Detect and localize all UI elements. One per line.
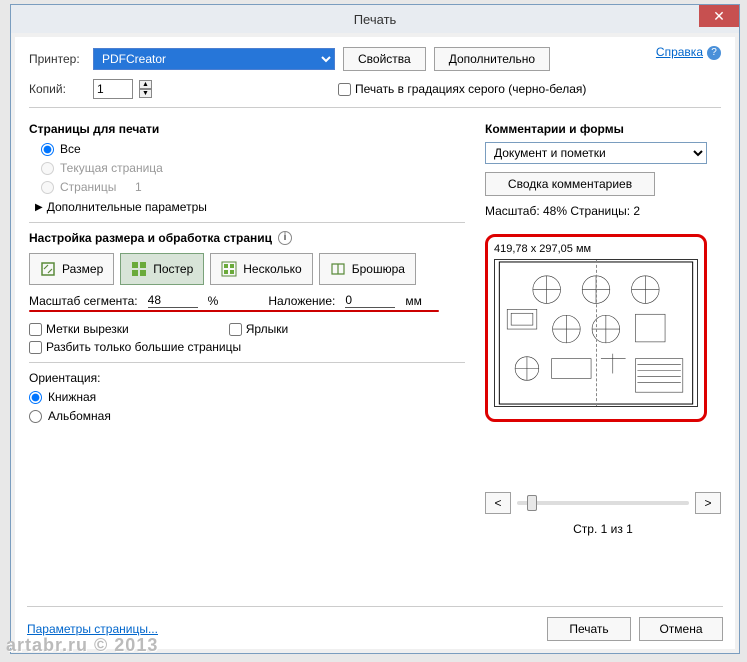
toggle-multiple[interactable]: Несколько: [210, 253, 312, 285]
radio-all-label: Все: [60, 142, 81, 156]
info-icon[interactable]: i: [278, 231, 292, 245]
help-link[interactable]: Справка?: [656, 45, 721, 60]
help-icon: ?: [707, 46, 721, 60]
size-handling-title: Настройка размера и обработка страниц i: [29, 231, 465, 245]
copies-label: Копий:: [29, 82, 85, 96]
cancel-button[interactable]: Отмена: [639, 617, 723, 641]
right-column: Комментарии и формы Документ и пометки С…: [485, 116, 721, 536]
printer-label: Принтер:: [29, 52, 85, 66]
summarize-comments-button[interactable]: Сводка комментариев: [485, 172, 655, 196]
cut-marks-checkbox[interactable]: [29, 323, 42, 336]
print-button[interactable]: Печать: [547, 617, 631, 641]
properties-button[interactable]: Свойства: [343, 47, 426, 71]
radio-current-label: Текущая страница: [60, 161, 163, 175]
more-options-expander[interactable]: ▶ Дополнительные параметры: [35, 200, 465, 214]
size-icon: [40, 261, 56, 277]
poster-icon: [131, 261, 147, 277]
preview-nav: < >: [485, 492, 721, 514]
grayscale-row: Печать в градациях серого (черно-белая): [338, 82, 586, 96]
print-dialog: Печать ✕ Справка? Принтер: PDFCreator Св…: [10, 4, 740, 654]
multiple-icon: [221, 261, 237, 277]
segment-scale-input[interactable]: [148, 293, 198, 308]
more-options-label: Дополнительные параметры: [47, 200, 207, 214]
copies-row: Копий: ▲▼ Печать в градациях серого (чер…: [29, 79, 721, 99]
preview-annotation-box: 419,78 x 297,05 мм: [485, 234, 707, 422]
spinner-up-icon[interactable]: ▲: [139, 80, 152, 89]
dialog-footer: Параметры страницы... Печать Отмена: [27, 606, 723, 641]
toggle-booklet[interactable]: Брошюра: [319, 253, 416, 285]
scale-overlap-row: Масштаб сегмента: % Наложение: мм: [29, 293, 465, 308]
comments-forms-select[interactable]: Документ и пометки: [485, 142, 707, 164]
labels-checkbox[interactable]: [229, 323, 242, 336]
radio-pages: [41, 181, 54, 194]
size-handling-toggles: Размер Постер Несколько Брошюра: [29, 253, 465, 285]
titlebar: Печать ✕: [11, 5, 739, 33]
tile-large-label: Разбить только большие страницы: [46, 340, 241, 354]
booklet-icon: [330, 261, 346, 277]
red-underline-annotation: [29, 310, 439, 312]
left-column: Страницы для печати Все Текущая страница…: [29, 116, 465, 536]
page-indicator: Стр. 1 из 1: [485, 522, 721, 536]
overlap-label: Наложение:: [268, 294, 335, 308]
next-page-button[interactable]: >: [695, 492, 721, 514]
page-setup-link[interactable]: Параметры страницы...: [27, 622, 158, 636]
orientation-section: Ориентация: Книжная Альбомная: [29, 371, 465, 423]
preview-dimensions: 419,78 x 297,05 мм: [494, 243, 698, 255]
printer-row: Принтер: PDFCreator Свойства Дополнитель…: [29, 47, 721, 71]
toggle-poster[interactable]: Постер: [120, 253, 204, 285]
radio-all[interactable]: [41, 143, 54, 156]
printer-select[interactable]: PDFCreator: [93, 48, 335, 70]
dialog-content: Справка? Принтер: PDFCreator Свойства До…: [15, 37, 735, 649]
radio-landscape-label: Альбомная: [48, 409, 111, 423]
radio-current: [41, 162, 54, 175]
spinner-down-icon[interactable]: ▼: [139, 89, 152, 98]
radio-portrait[interactable]: [29, 391, 42, 404]
copies-spinner[interactable]: ▲▼: [139, 80, 152, 98]
pages-value: 1: [135, 180, 142, 194]
comments-forms-title: Комментарии и формы: [485, 122, 721, 136]
orientation-title: Ориентация:: [29, 371, 465, 385]
toggle-size[interactable]: Размер: [29, 253, 114, 285]
prev-page-button[interactable]: <: [485, 492, 511, 514]
grayscale-checkbox[interactable]: [338, 83, 351, 96]
cut-marks-label: Метки вырезки: [46, 322, 129, 336]
preview-thumbnail: [494, 259, 698, 407]
slider-thumb[interactable]: [527, 495, 537, 511]
tile-large-checkbox[interactable]: [29, 341, 42, 354]
pages-to-print-title: Страницы для печати: [29, 122, 465, 136]
triangle-right-icon: ▶: [35, 202, 43, 213]
labels-label: Ярлыки: [246, 322, 289, 336]
radio-landscape[interactable]: [29, 410, 42, 423]
overlap-input[interactable]: [345, 293, 395, 308]
radio-portrait-label: Книжная: [48, 390, 96, 404]
window-title: Печать: [11, 12, 739, 27]
radio-pages-label: Страницы: [60, 180, 116, 194]
copies-input[interactable]: [93, 79, 133, 99]
preview-scale-text: Масштаб: 48% Страницы: 2: [485, 204, 721, 218]
segment-scale-label: Масштаб сегмента:: [29, 294, 138, 308]
preview-slider[interactable]: [517, 501, 689, 505]
grayscale-label: Печать в градациях серого (черно-белая): [355, 82, 586, 96]
help-link-text: Справка: [656, 45, 703, 59]
advanced-button[interactable]: Дополнительно: [434, 47, 550, 71]
close-button[interactable]: ✕: [699, 5, 739, 27]
